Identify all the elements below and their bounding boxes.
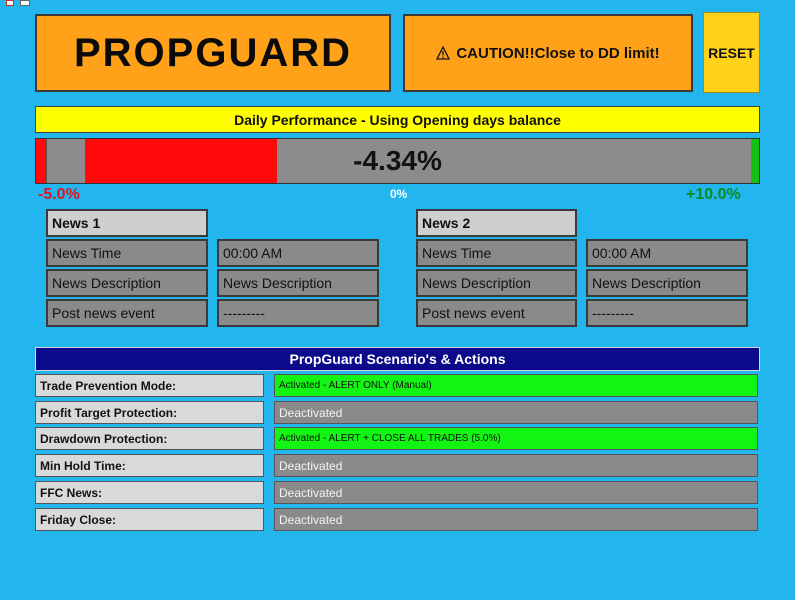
news-2-post-event-value[interactable]: ---------	[586, 299, 748, 327]
scenario-label-drawdown: Drawdown Protection:	[35, 427, 264, 450]
news-2-title: News 2	[416, 209, 577, 237]
reset-button[interactable]: RESET	[703, 12, 760, 93]
scenarios-header: PropGuard Scenario's & Actions	[35, 347, 760, 371]
scenario-status-trade-prevention[interactable]: Activated - ALERT ONLY (Manual)	[274, 374, 758, 397]
performance-value: -4.34%	[353, 145, 442, 176]
scenario-label-ffc-news: FFC News:	[35, 481, 264, 504]
zero-label: 0%	[390, 187, 408, 201]
scenario-label-friday-close: Friday Close:	[35, 508, 264, 531]
warning-triangle-icon	[436, 46, 451, 60]
news-1-post-event-value[interactable]: ---------	[217, 299, 379, 327]
news-2-post-event-label: Post news event	[416, 299, 577, 327]
news-2-description-label: News Description	[416, 269, 577, 297]
scenario-status-profit-target[interactable]: Deactivated	[274, 401, 758, 424]
caution-alert: CAUTION!!Close to DD limit!	[403, 14, 693, 92]
scenario-status-friday-close[interactable]: Deactivated	[274, 508, 758, 531]
news-2-time-label: News Time	[416, 239, 577, 267]
news-1-description-label: News Description	[46, 269, 208, 297]
scenario-label-profit-target: Profit Target Protection:	[35, 401, 264, 424]
window-title-strip	[0, 0, 795, 8]
news-2-time-value[interactable]: 00:00 AM	[586, 239, 748, 267]
max-profit-label: +10.0%	[686, 186, 741, 203]
performance-bar: -4.34%	[35, 138, 760, 184]
daily-performance-title: Daily Performance - Using Opening days b…	[35, 106, 760, 133]
news-1-description-value[interactable]: News Description	[217, 269, 379, 297]
news-2-description-value[interactable]: News Description	[586, 269, 748, 297]
scenario-status-drawdown[interactable]: Activated - ALERT + CLOSE ALL TRADES (5.…	[274, 427, 758, 450]
news-1-post-event-label: Post news event	[46, 299, 208, 327]
document-icon	[20, 0, 30, 6]
scenario-status-min-hold-time[interactable]: Deactivated	[274, 454, 758, 477]
propguard-logo: PROPGUARD	[35, 14, 391, 92]
scenario-label-min-hold-time: Min Hold Time:	[35, 454, 264, 477]
news-1-time-value[interactable]: 00:00 AM	[217, 239, 379, 267]
min-drawdown-label: -5.0%	[38, 186, 80, 203]
caution-text: CAUTION!!Close to DD limit!	[456, 44, 660, 62]
app-window-icon	[6, 0, 14, 6]
news-1-title: News 1	[46, 209, 208, 237]
news-1-time-label: News Time	[46, 239, 208, 267]
scenario-label-trade-prevention: Trade Prevention Mode:	[35, 374, 264, 397]
scenario-status-ffc-news[interactable]: Deactivated	[274, 481, 758, 504]
